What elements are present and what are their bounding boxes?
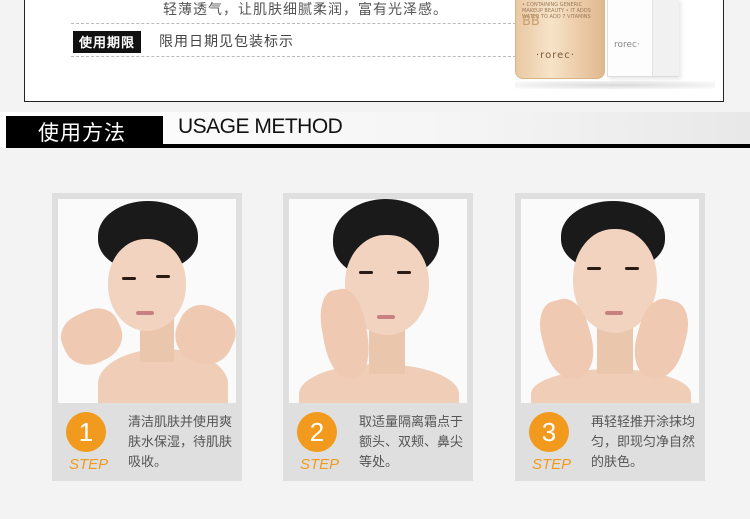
model-mouth (377, 315, 395, 319)
step-card-1: 1 STEP 清洁肌肤并使用爽肤水保湿，待肌肤吸收。 (52, 193, 242, 481)
step-label: STEP (300, 456, 340, 473)
product-info-card: 轻薄透气，让肌肤细腻柔润，富有光泽感。 使用期限 限用日期见包装标示 • CON… (24, 0, 724, 102)
product-description-line: 轻薄透气，让肌肤细腻柔润，富有光泽感。 (163, 2, 448, 18)
dashed-divider (71, 23, 521, 24)
box-side (652, 0, 679, 76)
step-photo-spreading-cream (521, 199, 699, 403)
shelf-life-value: 限用日期见包装标示 (159, 34, 294, 50)
product-bottle: • CONTAINING GENERIC MAKEUP BEAUTY • IT … (515, 0, 605, 79)
step-caption-3: 3 STEP 再轻轻推开涂抹均匀，即现匀净自然的肤色。 (515, 403, 705, 481)
step-label: STEP (532, 456, 572, 473)
dashed-divider (71, 56, 521, 57)
model-eye (587, 267, 601, 270)
step-number-badge: 3 (529, 412, 569, 452)
step-label: STEP (69, 456, 109, 473)
shelf-life-label: 使用期限 (73, 31, 142, 53)
bottle-bb-text: BB (522, 14, 540, 29)
product-box: rorec· (607, 0, 679, 77)
product-image: • CONTAINING GENERIC MAKEUP BEAUTY • IT … (515, 0, 725, 99)
step-caption-2: 2 STEP 取适量隔离霜点于额头、双颊、鼻尖等处。 (283, 403, 473, 481)
step-instruction: 清洁肌肤并使用爽肤水保湿，待肌肤吸收。 (128, 415, 233, 470)
model-eye (122, 277, 136, 280)
section-title-block: 使用方法 (6, 116, 163, 145)
step-card-3: 3 STEP 再轻轻推开涂抹均匀，即现匀净自然的肤色。 (515, 193, 705, 481)
model-eye (397, 271, 411, 274)
model-mouth (605, 311, 623, 315)
model-eye (625, 267, 639, 270)
model-face (108, 239, 186, 331)
step-instruction: 再轻轻推开涂抹均匀，即现匀净自然的肤色。 (591, 415, 696, 470)
model-mouth (136, 311, 154, 315)
bottle-brand: ·rorec· (536, 50, 575, 61)
step-instruction: 取适量隔离霜点于额头、双颊、鼻尖等处。 (359, 415, 464, 470)
step-number-badge: 1 (66, 412, 106, 452)
step-photo-applying-cream (289, 199, 467, 403)
step-photo-washing-face (58, 199, 236, 403)
section-title-cn: 使用方法 (38, 121, 126, 145)
step-number-badge: 2 (297, 412, 337, 452)
model-eye (359, 271, 373, 274)
section-underline (6, 144, 750, 148)
step-card-2: 2 STEP 取适量隔离霜点于额头、双颊、鼻尖等处。 (283, 193, 473, 481)
model-eye (156, 275, 170, 278)
box-brand: rorec· (614, 40, 640, 50)
step-caption-1: 1 STEP 清洁肌肤并使用爽肤水保湿，待肌肤吸收。 (52, 403, 242, 481)
section-title-en: USAGE METHOD (178, 115, 343, 138)
product-shadow (515, 81, 715, 89)
